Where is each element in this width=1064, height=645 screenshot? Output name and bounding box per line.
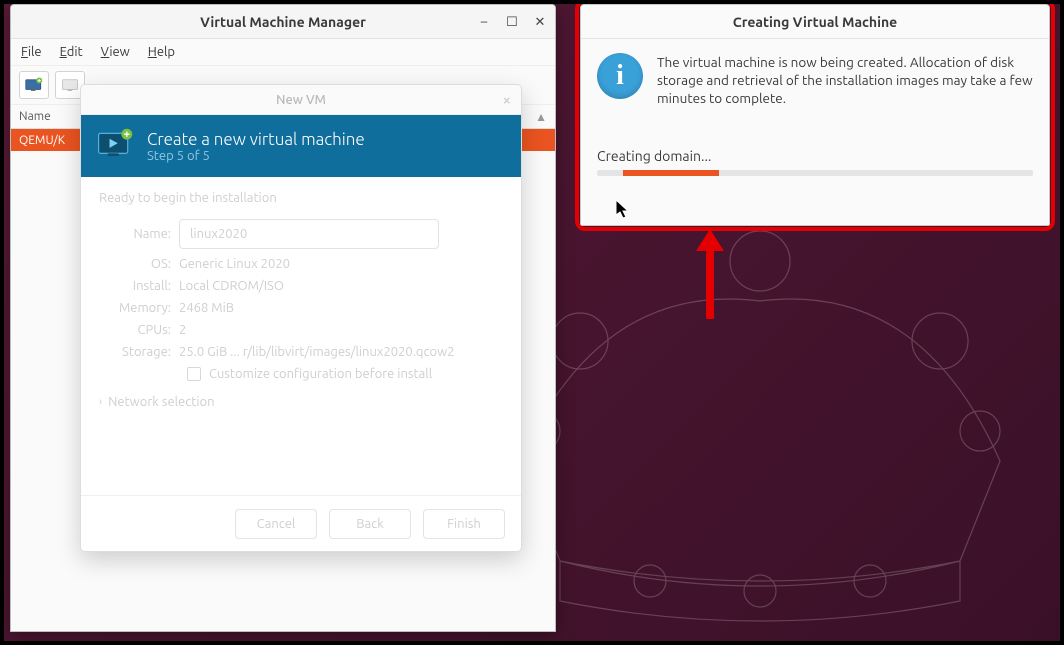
value-os: Generic Linux 2020 bbox=[179, 257, 290, 271]
menu-view[interactable]: View bbox=[101, 45, 130, 59]
vmm-menubar: File Edit View Help bbox=[11, 39, 555, 65]
banner-heading: Create a new virtual machine bbox=[147, 130, 365, 149]
value-storage: 25.0 GiB ... r/lib/libvirt/images/linux2… bbox=[179, 345, 455, 359]
progress-body: i The virtual machine is now being creat… bbox=[581, 39, 1049, 186]
cancel-button[interactable]: Cancel bbox=[235, 509, 317, 539]
progress-titlebar[interactable]: Creating Virtual Machine bbox=[581, 5, 1049, 39]
menu-help[interactable]: Help bbox=[148, 45, 175, 59]
label-memory: Memory: bbox=[99, 301, 179, 315]
vm-row-label: QEMU/K bbox=[19, 134, 65, 147]
menu-edit[interactable]: Edit bbox=[60, 45, 83, 59]
network-selection-label: Network selection bbox=[108, 395, 214, 409]
network-selection-expander[interactable]: › Network selection bbox=[99, 395, 503, 409]
monitor-icon bbox=[61, 77, 79, 93]
ready-text: Ready to begin the installation bbox=[99, 191, 503, 205]
new-vm-banner: Create a new virtual machine Step 5 of 5 bbox=[81, 115, 521, 177]
banner-text: Create a new virtual machine Step 5 of 5 bbox=[147, 130, 365, 163]
progress-title: Creating Virtual Machine bbox=[733, 14, 898, 30]
new-vm-dialog: New VM × Create a new virtual machine St… bbox=[80, 84, 522, 552]
vmm-title: Virtual Machine Manager bbox=[200, 14, 366, 30]
vmm-titlebar[interactable]: Virtual Machine Manager – ☐ ✕ bbox=[11, 5, 555, 39]
close-button[interactable]: ✕ bbox=[533, 15, 547, 29]
new-vm-footer: Cancel Back Finish bbox=[81, 495, 521, 551]
vm-name-input[interactable] bbox=[179, 219, 439, 249]
banner-step: Step 5 of 5 bbox=[147, 149, 365, 163]
value-install: Local CDROM/ISO bbox=[179, 279, 284, 293]
customize-checkbox-row[interactable]: Customize configuration before install bbox=[187, 367, 503, 381]
new-vm-title: New VM bbox=[276, 93, 326, 107]
progress-status: Creating domain... bbox=[597, 148, 1033, 164]
new-vm-titlebar: New VM × bbox=[81, 85, 521, 115]
label-install: Install: bbox=[99, 279, 179, 293]
value-cpus: 2 bbox=[179, 323, 186, 337]
maximize-button[interactable]: ☐ bbox=[505, 15, 519, 29]
progress-bar-fill bbox=[623, 170, 719, 176]
info-icon: i bbox=[597, 53, 643, 99]
progress-bar bbox=[597, 170, 1033, 176]
annotation-arrow bbox=[690, 229, 730, 319]
customize-checkbox[interactable] bbox=[187, 367, 201, 381]
menu-file[interactable]: File bbox=[21, 45, 42, 59]
monitor-new-icon bbox=[25, 77, 43, 93]
chevron-right-icon: › bbox=[99, 396, 102, 408]
window-controls: – ☐ ✕ bbox=[477, 5, 547, 39]
back-button[interactable]: Back bbox=[329, 509, 411, 539]
new-vm-body: Ready to begin the installation Name: OS… bbox=[81, 177, 521, 419]
value-memory: 2468 MiB bbox=[179, 301, 234, 315]
label-os: OS: bbox=[99, 257, 179, 271]
progress-message: The virtual machine is now being created… bbox=[657, 53, 1033, 108]
label-cpus: CPUs: bbox=[99, 323, 179, 337]
label-storage: Storage: bbox=[99, 345, 179, 359]
minimize-button[interactable]: – bbox=[477, 15, 491, 29]
finish-button[interactable]: Finish bbox=[423, 509, 505, 539]
label-name: Name: bbox=[99, 227, 179, 241]
desktop-background: Virtual Machine Manager – ☐ ✕ File Edit … bbox=[4, 4, 1060, 641]
progress-window: Creating Virtual Machine i The virtual m… bbox=[580, 4, 1050, 226]
new-vm-toolbar-button[interactable] bbox=[19, 71, 49, 99]
vm-wizard-icon bbox=[95, 126, 135, 166]
new-vm-close-icon: × bbox=[503, 91, 511, 108]
column-name: Name bbox=[19, 110, 51, 123]
customize-label: Customize configuration before install bbox=[209, 367, 432, 381]
